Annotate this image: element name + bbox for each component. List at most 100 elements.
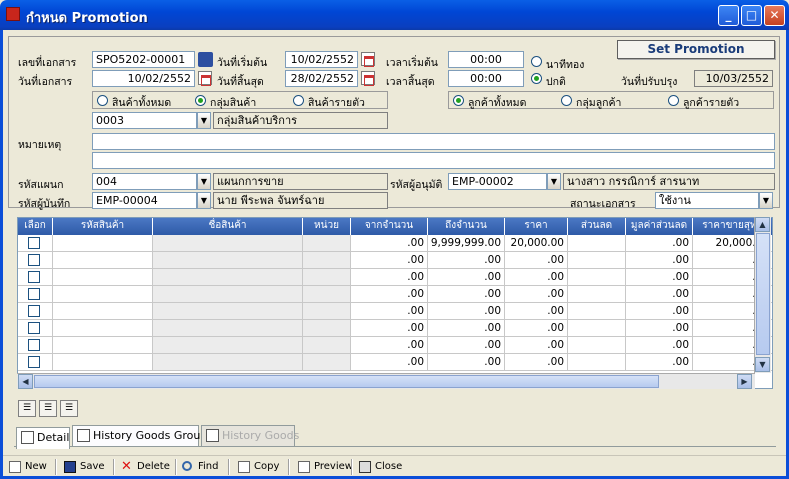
chevron-down-icon[interactable]: ▼ [197,112,211,129]
row-checkbox[interactable] [28,254,40,266]
column-header[interactable]: ส่วนลด [568,218,626,235]
delete-button[interactable]: ✕ Delete [120,458,170,476]
scroll-down-button[interactable]: ▼ [755,357,770,372]
discount-cell[interactable] [568,354,626,371]
from-qty-cell[interactable]: .00 [351,269,428,286]
column-header[interactable]: มูลค่าส่วนลด [626,218,693,235]
from-qty-cell[interactable]: .00 [351,337,428,354]
insert-row-icon[interactable]: ☰ [39,400,57,417]
row-checkbox[interactable] [28,356,40,368]
price-cell[interactable]: 20,000.00 [505,235,568,252]
product-group-code-field[interactable]: 0003 [92,112,197,129]
unit-cell[interactable] [303,286,351,303]
column-header[interactable]: จากจำนวน [351,218,428,235]
from-qty-cell[interactable]: .00 [351,303,428,320]
discount-cell[interactable] [568,269,626,286]
set-promotion-button[interactable]: Set Promotion [617,40,775,59]
chevron-down-icon[interactable]: ▼ [547,173,561,190]
unit-cell[interactable] [303,337,351,354]
remark-field-2[interactable] [92,152,775,169]
scroll-thumb[interactable] [34,375,659,388]
vertical-scrollbar[interactable]: ▲ ▼ [754,217,771,373]
chevron-down-icon[interactable]: ▼ [197,192,211,209]
remark-field-1[interactable] [92,133,775,150]
add-row-icon[interactable]: ☰ [18,400,36,417]
normal-radio[interactable] [531,73,542,84]
product-code-cell[interactable] [53,286,153,303]
product-name-cell[interactable] [153,320,303,337]
row-checkbox[interactable] [28,288,40,300]
price-cell[interactable]: .00 [505,303,568,320]
end-date-field[interactable]: 28/02/2552 [285,70,358,87]
doc-no-field[interactable]: SPO5202-00001 [92,51,195,68]
column-header[interactable]: ราคา [505,218,568,235]
price-cell[interactable]: .00 [505,337,568,354]
unit-cell[interactable] [303,320,351,337]
product-code-cell[interactable] [53,337,153,354]
minimize-button[interactable]: _ [718,5,739,26]
chevron-down-icon[interactable]: ▼ [197,173,211,190]
scroll-thumb[interactable] [756,233,770,355]
find-button[interactable]: Find [181,458,219,476]
discount-value-cell[interactable]: .00 [626,286,693,303]
doc-status-select[interactable]: ใช้งาน [655,192,759,209]
row-checkbox[interactable] [28,305,40,317]
gold-hour-radio[interactable] [531,56,542,67]
column-header[interactable]: ถึงจำนวน [428,218,505,235]
product-code-cell[interactable] [53,252,153,269]
to-qty-cell[interactable]: 9,999,999.00 [428,235,505,252]
chevron-down-icon[interactable]: ▼ [759,192,773,209]
close-window-button[interactable]: ✕ [764,5,785,26]
end-time-field[interactable]: 00:00 [448,70,524,87]
maximize-button[interactable]: □ [741,5,762,26]
discount-value-cell[interactable]: .00 [626,320,693,337]
discount-cell[interactable] [568,286,626,303]
column-header[interactable]: เลือก [18,218,53,235]
doc-date-field[interactable]: 10/02/2552 [92,70,195,87]
horizontal-scrollbar[interactable]: ◀ ▶ [17,373,755,389]
customer-item-radio[interactable] [668,95,679,106]
product-name-cell[interactable] [153,286,303,303]
discount-value-cell[interactable]: .00 [626,252,693,269]
run-doc-no-icon[interactable] [198,52,213,67]
from-qty-cell[interactable]: .00 [351,235,428,252]
product-code-cell[interactable] [53,320,153,337]
product-all-radio[interactable] [97,95,108,106]
product-item-radio[interactable] [293,95,304,106]
row-checkbox[interactable] [28,237,40,249]
product-group-radio[interactable] [195,95,206,106]
to-qty-cell[interactable]: .00 [428,269,505,286]
start-date-field[interactable]: 10/02/2552 [285,51,358,68]
to-qty-cell[interactable]: .00 [428,303,505,320]
tab-detail[interactable]: Detail [16,427,70,449]
copy-button[interactable]: Copy [237,458,279,476]
column-header[interactable]: รหัสสินค้า [53,218,153,235]
from-qty-cell[interactable]: .00 [351,320,428,337]
save-button[interactable]: Save [63,458,105,476]
calendar-icon[interactable] [198,71,212,86]
tab-history-goods[interactable]: History Goods [201,425,299,446]
product-code-cell[interactable] [53,354,153,371]
product-name-cell[interactable] [153,337,303,354]
from-qty-cell[interactable]: .00 [351,354,428,371]
unit-cell[interactable] [303,269,351,286]
start-time-field[interactable]: 00:00 [448,51,524,68]
product-name-cell[interactable] [153,354,303,371]
row-checkbox[interactable] [28,322,40,334]
calendar-icon[interactable] [361,71,375,86]
price-cell[interactable]: .00 [505,354,568,371]
product-name-cell[interactable] [153,252,303,269]
scroll-left-button[interactable]: ◀ [18,374,33,389]
scroll-right-button[interactable]: ▶ [737,374,752,389]
discount-cell[interactable] [568,235,626,252]
discount-value-cell[interactable]: .00 [626,337,693,354]
calendar-icon[interactable] [361,52,375,67]
customer-group-radio[interactable] [561,95,572,106]
to-qty-cell[interactable]: .00 [428,286,505,303]
to-qty-cell[interactable]: .00 [428,252,505,269]
price-cell[interactable]: .00 [505,320,568,337]
customer-all-radio[interactable] [453,95,464,106]
tab-history-goods-group[interactable]: History Goods Group [72,425,207,446]
product-code-cell[interactable] [53,303,153,320]
unit-cell[interactable] [303,303,351,320]
